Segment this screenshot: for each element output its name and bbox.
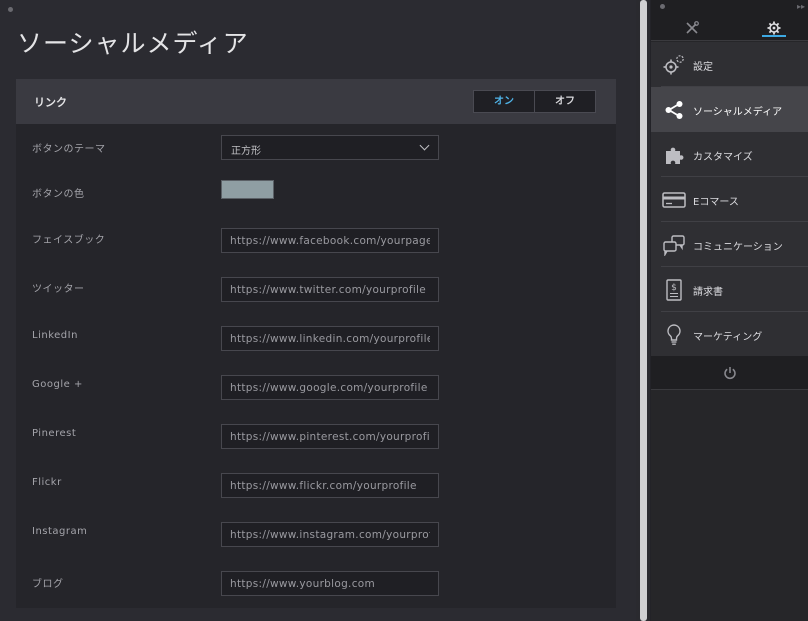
flickr-input[interactable] <box>222 474 438 497</box>
google-plus-field[interactable] <box>221 375 439 400</box>
color-swatch[interactable] <box>221 180 274 199</box>
sidebar-menu: 設定 ソーシャルメディア カスタマイズ Eコマース コミュニケーション $ 請求… <box>651 42 808 356</box>
svg-text:$: $ <box>671 283 677 293</box>
page-title: ソーシャルメディア <box>17 29 249 58</box>
tools-icon <box>686 20 699 34</box>
share-icon <box>661 97 687 123</box>
sidebar-item-label: 請求書 <box>693 287 723 298</box>
sidebar-item-ecommerce[interactable]: Eコマース <box>651 177 808 222</box>
tab-settings[interactable] <box>744 14 804 41</box>
sidebar-item-label: マーケティング <box>693 332 763 343</box>
facebook-input[interactable] <box>222 229 438 252</box>
theme-select-value: 正方形 <box>231 146 261 157</box>
window-dot <box>660 4 665 9</box>
sidebar-item-label: Eコマース <box>693 197 739 208</box>
puzzle-icon <box>661 142 687 168</box>
color-label: ボタンの色 <box>32 189 85 200</box>
credit-card-icon <box>661 187 687 213</box>
google-plus-input[interactable] <box>222 376 438 399</box>
twitter-label: ツイッター <box>32 284 85 295</box>
blog-label: ブログ <box>32 579 64 590</box>
twitter-field[interactable] <box>221 277 439 302</box>
chevron-down-icon <box>419 140 430 151</box>
section-title: リンク <box>34 96 67 109</box>
main-panel: ソーシャルメディア リンク オン オフ ボタンのテーマ 正方形 ボタンの色 フェ… <box>0 0 636 621</box>
sidebar-item-label: ソーシャルメディア <box>693 107 783 118</box>
sidebar-item-social-media[interactable]: ソーシャルメディア <box>651 87 808 132</box>
tab-tools[interactable] <box>662 14 722 41</box>
on-off-toggle[interactable]: オン オフ <box>473 90 596 113</box>
lightbulb-icon <box>661 322 687 348</box>
sidebar-item-invoices[interactable]: $ 請求書 <box>651 267 808 312</box>
theme-select[interactable]: 正方形 <box>221 135 439 160</box>
blog-field[interactable] <box>221 571 439 596</box>
sidebar-item-label: コミュニケーション <box>693 242 783 253</box>
power-button[interactable] <box>651 356 808 390</box>
facebook-label: フェイスブック <box>32 235 106 246</box>
linkedin-input[interactable] <box>222 327 438 350</box>
expand-arrows-icon[interactable]: ▸▸ <box>797 2 805 11</box>
sidebar-item-label: 設定 <box>693 62 713 73</box>
app-window: ソーシャルメディア リンク オン オフ ボタンのテーマ 正方形 ボタンの色 フェ… <box>0 0 808 621</box>
pinterest-field[interactable] <box>221 424 439 449</box>
instagram-field[interactable] <box>221 522 439 547</box>
instagram-input[interactable] <box>222 523 438 546</box>
sidebar-item-marketing[interactable]: マーケティング <box>651 312 808 357</box>
linkedin-field[interactable] <box>221 326 439 351</box>
pinterest-input[interactable] <box>222 425 438 448</box>
sidebar: ▸▸ 設定 ソーシャルメディア カスタマイズ Eコマース コミュニケーション $… <box>651 0 808 621</box>
google-plus-label: Google + <box>32 379 83 390</box>
invoice-icon: $ <box>661 277 687 303</box>
gears-icon <box>661 52 687 78</box>
toggle-on-button[interactable]: オン <box>474 91 535 112</box>
sidebar-item-settings[interactable]: 設定 <box>651 42 808 87</box>
power-icon <box>723 366 736 379</box>
sidebar-item-communication[interactable]: コミュニケーション <box>651 222 808 267</box>
linkedin-label: LinkedIn <box>32 330 78 341</box>
card-header: リンク オン オフ <box>16 79 616 124</box>
scrollbar-thumb[interactable] <box>640 0 647 621</box>
instagram-label: Instagram <box>32 526 88 537</box>
flickr-label: Flickr <box>32 477 62 488</box>
window-dot <box>8 7 13 12</box>
sidebar-item-label: カスタマイズ <box>693 152 753 163</box>
gear-icon <box>767 21 781 34</box>
sidebar-topbar: ▸▸ <box>651 0 808 14</box>
chat-bubbles-icon <box>661 232 687 258</box>
blog-input[interactable] <box>222 572 438 595</box>
toggle-off-button[interactable]: オフ <box>535 91 595 112</box>
links-card: リンク オン オフ ボタンのテーマ 正方形 ボタンの色 フェイスブック ツイッタ… <box>16 79 616 608</box>
pinterest-label: Pinerest <box>32 428 77 439</box>
flickr-field[interactable] <box>221 473 439 498</box>
sidebar-item-customize[interactable]: カスタマイズ <box>651 132 808 177</box>
twitter-input[interactable] <box>222 278 438 301</box>
facebook-field[interactable] <box>221 228 439 253</box>
sidebar-tabs <box>651 14 808 41</box>
theme-label: ボタンのテーマ <box>32 144 106 155</box>
